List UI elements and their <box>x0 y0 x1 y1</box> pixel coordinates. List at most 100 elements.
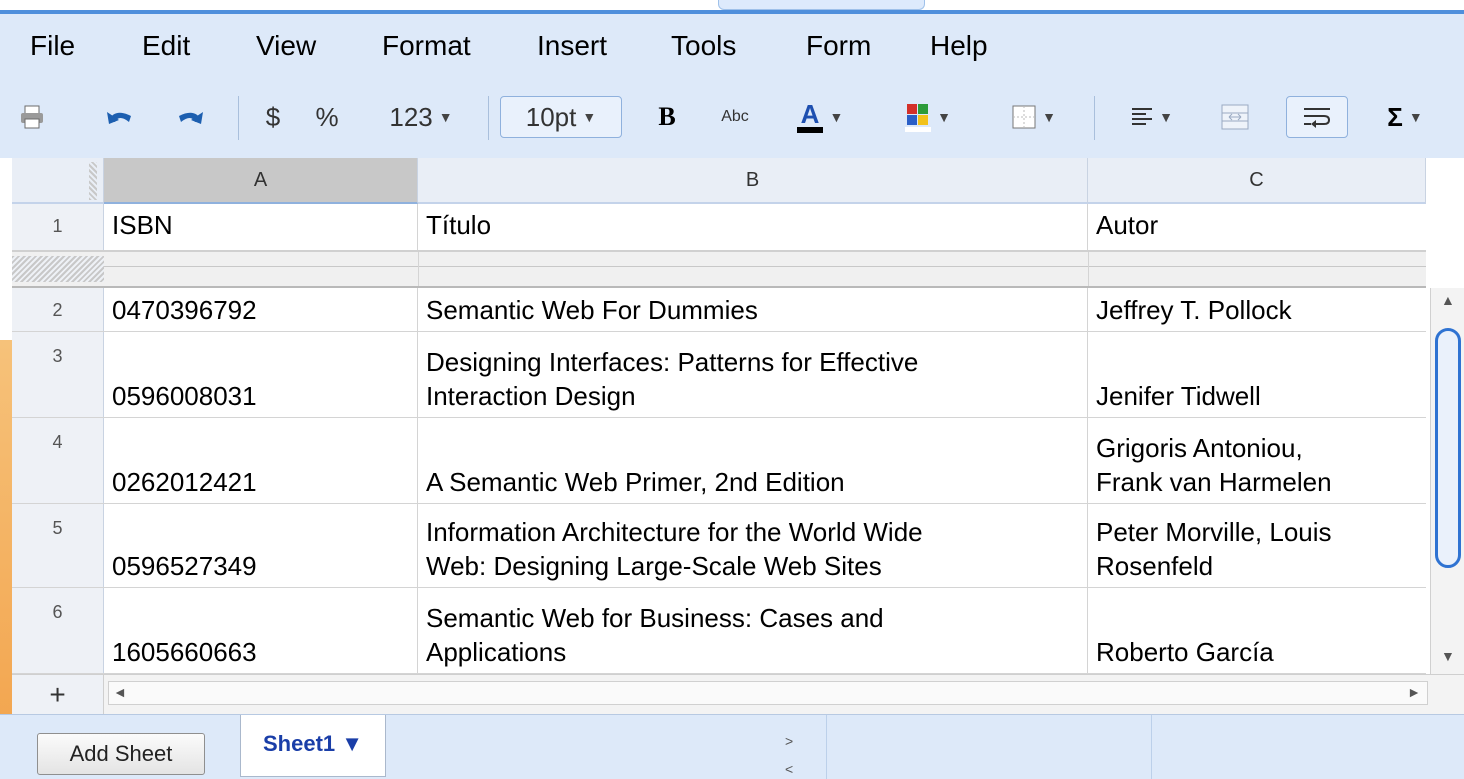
strikethrough-button[interactable]: Abc <box>710 96 760 138</box>
menu-insert[interactable]: Insert <box>537 30 607 62</box>
cell-autor[interactable]: Jenifer Tidwell <box>1088 332 1426 417</box>
fill-color-icon <box>905 104 932 132</box>
cell-text-line: Rosenfeld <box>1096 551 1214 581</box>
scrollbar-thumb[interactable] <box>1435 328 1461 568</box>
print-icon[interactable] <box>14 96 50 138</box>
sum-icon: Σ <box>1387 101 1403 132</box>
sheet-grid: A B C 1 ISBN Título Autor 2 0470396792 S… <box>0 158 1464 715</box>
row-number[interactable]: 1 <box>12 204 104 250</box>
cell-header-titulo[interactable]: Título <box>418 204 1088 250</box>
table-row: 5 0596527349 Information Architecture fo… <box>12 504 1426 588</box>
caret-down-icon: ▼ <box>937 109 951 125</box>
cell-text-line: Applications <box>426 637 567 667</box>
vertical-scrollbar[interactable]: ▲ ▼ <box>1430 288 1464 674</box>
bold-button[interactable]: B <box>650 96 684 138</box>
table-row: 2 0470396792 Semantic Web For Dummies Je… <box>12 288 1426 332</box>
redo-icon[interactable] <box>170 96 210 138</box>
freeze-row-handle[interactable] <box>12 256 104 282</box>
cell-autor[interactable]: Jeffrey T. Pollock <box>1088 288 1426 331</box>
menu-view[interactable]: View <box>256 30 316 62</box>
spreadsheet-app: File Edit View Format Insert Tools Form … <box>0 0 1464 779</box>
borders-dropdown[interactable]: ▼ <box>996 96 1072 138</box>
caret-down-icon: ▼ <box>829 109 844 125</box>
undo-icon[interactable] <box>100 96 140 138</box>
cell-titulo[interactable]: Semantic Web For Dummies <box>418 288 1088 331</box>
row-number[interactable]: 3 <box>12 332 104 417</box>
sheet-tab-sheet1[interactable]: Sheet1 ▼ <box>240 715 386 777</box>
number-format-dropdown[interactable]: 123 ▼ <box>372 96 470 138</box>
cell-text-line: Semantic Web for Business: Cases and <box>426 603 884 633</box>
cell-titulo[interactable]: Designing Interfaces: Patterns for Effec… <box>418 332 1088 417</box>
menu-edit[interactable]: Edit <box>142 30 190 62</box>
scroll-right-icon[interactable]: ► <box>1407 684 1421 700</box>
row-number[interactable]: 5 <box>12 504 104 587</box>
toolbar-separator <box>238 96 239 140</box>
number-format-label: 123 <box>389 101 433 132</box>
caret-down-icon: ▼ <box>438 109 453 125</box>
menu-file[interactable]: File <box>30 30 75 62</box>
cell-text-line: Grigoris Antoniou, <box>1096 433 1303 463</box>
tab-scroll-left-icon[interactable]: < <box>785 755 793 779</box>
menu-form[interactable]: Form <box>806 30 871 62</box>
text-color-dropdown[interactable]: A ▼ <box>784 96 856 138</box>
cell-text-line: Information Architecture for the World W… <box>426 517 923 547</box>
add-sheet-button[interactable]: Add Sheet <box>37 733 205 775</box>
cell-isbn[interactable]: 0596008031 <box>104 332 418 417</box>
menu-tools[interactable]: Tools <box>671 30 736 62</box>
cell-autor[interactable]: Peter Morville, Louis Rosenfeld <box>1088 504 1426 587</box>
wrap-text-button[interactable] <box>1286 96 1348 138</box>
cell-text-line: Web: Designing Large-Scale Web Sites <box>426 551 882 581</box>
cell-isbn[interactable]: 0470396792 <box>104 288 418 331</box>
select-all-corner[interactable] <box>12 158 104 204</box>
wrap-text-icon <box>1304 108 1331 128</box>
add-rows-button[interactable]: + <box>12 675 104 715</box>
merge-cells-icon[interactable] <box>1216 96 1254 138</box>
percent-button[interactable]: % <box>310 96 344 138</box>
divider-line <box>1088 252 1089 286</box>
menu-help[interactable]: Help <box>930 30 988 62</box>
cell-isbn[interactable]: 0596527349 <box>104 504 418 587</box>
window-top-strip <box>0 0 1464 14</box>
font-size-label: 10pt <box>525 101 577 132</box>
tab-scroll-arrows[interactable]: > < <box>785 727 793 779</box>
column-header-a[interactable]: A <box>104 158 418 204</box>
cell-text-line: Peter Morville, Louis <box>1096 517 1332 547</box>
currency-button[interactable]: $ <box>258 96 288 138</box>
cell-isbn[interactable]: 1605660663 <box>104 588 418 673</box>
table-row: 3 0596008031 Designing Interfaces: Patte… <box>12 332 1426 418</box>
row-number[interactable]: 6 <box>12 588 104 673</box>
frozen-rows-divider[interactable] <box>12 250 1426 288</box>
cell-titulo[interactable]: Information Architecture for the World W… <box>418 504 1088 587</box>
tab-scroll-right-icon[interactable]: > <box>785 727 793 755</box>
menu-format[interactable]: Format <box>382 30 471 62</box>
cell-autor[interactable]: Grigoris Antoniou, Frank van Harmelen <box>1088 418 1426 503</box>
cell-titulo[interactable]: Semantic Web for Business: Cases and App… <box>418 588 1088 673</box>
scroll-down-icon[interactable]: ▼ <box>1441 648 1455 664</box>
horizontal-scrollbar[interactable]: ◄ ► <box>108 681 1428 705</box>
cell-text-line: Frank van Harmelen <box>1096 467 1332 497</box>
font-size-dropdown[interactable]: 10pt ▼ <box>500 96 622 138</box>
column-header-c[interactable]: C <box>1088 158 1426 204</box>
cell-header-isbn[interactable]: ISBN <box>104 204 418 250</box>
cell-autor[interactable]: Roberto García <box>1088 588 1426 673</box>
menu-bar: File Edit View Format Insert Tools Form … <box>0 14 1464 78</box>
scroll-up-icon[interactable]: ▲ <box>1441 292 1455 308</box>
scroll-left-icon[interactable]: ◄ <box>113 684 127 700</box>
row-number[interactable]: 2 <box>12 288 104 331</box>
caret-down-icon: ▼ <box>582 109 597 125</box>
sheet-tab-bar: Add Sheet Sheet1 ▼ > < <box>0 714 1464 779</box>
fill-color-dropdown[interactable]: ▼ <box>888 96 968 138</box>
text-color-icon: A <box>796 101 824 133</box>
cell-header-autor[interactable]: Autor <box>1088 204 1426 250</box>
cell-isbn[interactable]: 0262012421 <box>104 418 418 503</box>
align-dropdown[interactable]: ▼ <box>1114 96 1190 138</box>
cell-text-line: Jenifer Tidwell <box>1096 381 1261 411</box>
row-number[interactable]: 4 <box>12 418 104 503</box>
sum-dropdown[interactable]: Σ ▼ <box>1370 96 1440 138</box>
cell-text-line: Interaction Design <box>426 381 636 411</box>
cell-titulo[interactable]: A Semantic Web Primer, 2nd Edition <box>418 418 1088 503</box>
cell-text-line: A Semantic Web Primer, 2nd Edition <box>426 467 845 497</box>
cell-text-line: Roberto García <box>1096 637 1274 667</box>
column-header-b[interactable]: B <box>418 158 1088 204</box>
freeze-column-handle[interactable] <box>89 162 97 200</box>
